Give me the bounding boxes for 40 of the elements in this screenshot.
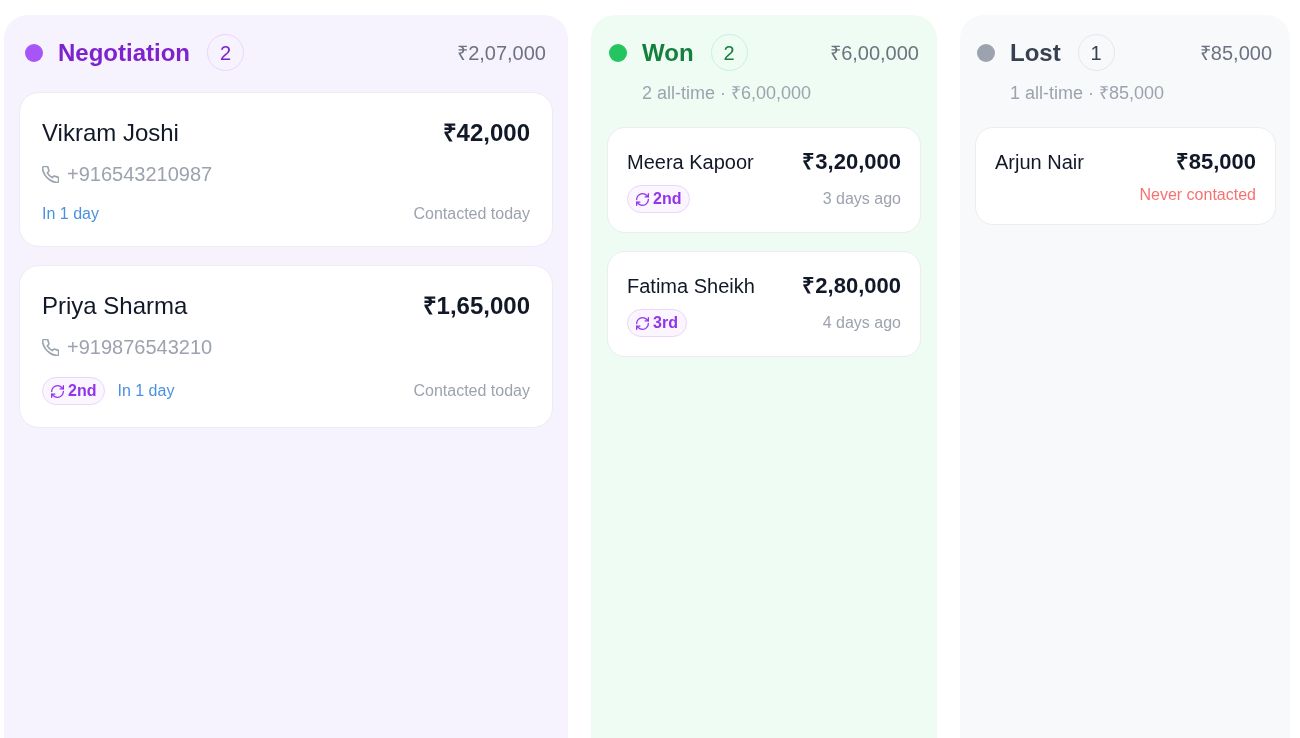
all-time-summary: 1 all-time · ₹85,000 <box>1010 82 1165 105</box>
deal-card[interactable]: Meera Kapoor ₹3,20,000 2nd 3 days ago <box>607 127 921 233</box>
deal-card[interactable]: Arjun Nair ₹85,000 Never contacted <box>975 127 1276 225</box>
refresh-icon <box>636 192 649 206</box>
refresh-icon <box>636 316 649 330</box>
deal-card[interactable]: Vikram Joshi ₹42,000 +916543210987 In 1 day Contacted today <box>19 92 553 247</box>
deal-amount: ₹2,80,000 <box>802 273 901 299</box>
round-label: 2nd <box>653 189 682 209</box>
deal-card[interactable]: Fatima Sheikh ₹2,80,000 3rd 4 days ago <box>607 251 921 357</box>
column-total: ₹85,000 <box>1199 40 1272 66</box>
last-contacted: Contacted today <box>413 204 530 224</box>
column-title: Negotiation <box>58 37 190 68</box>
contact-name: Meera Kapoor <box>627 150 754 175</box>
deal-card[interactable]: Priya Sharma ₹1,65,000 +919876543210 2nd In 1 day Contacted today <box>19 265 553 428</box>
column-total: ₹2,07,000 <box>457 40 546 66</box>
last-contacted: Never contacted <box>1139 185 1256 205</box>
deal-amount: ₹42,000 <box>442 118 530 148</box>
all-time-summary: 2 all-time · ₹6,00,000 <box>642 82 812 105</box>
follow-up-due: In 1 day <box>117 381 175 401</box>
round-label: 3rd <box>653 313 678 333</box>
deal-amount: ₹1,65,000 <box>422 291 530 321</box>
contact-name: Priya Sharma <box>42 291 188 321</box>
refresh-icon <box>51 384 64 398</box>
phone-number: +916543210987 <box>67 162 213 187</box>
last-contacted: 3 days ago <box>822 189 901 209</box>
follow-up-due: In 1 day <box>42 204 99 224</box>
phone-icon <box>42 338 59 356</box>
contact-name: Fatima Sheikh <box>627 274 755 299</box>
contact-name: Vikram Joshi <box>42 118 179 148</box>
deal-amount: ₹85,000 <box>1175 149 1256 175</box>
phone-icon <box>42 165 59 183</box>
last-contacted: Contacted today <box>413 381 530 401</box>
phone-number: +919876543210 <box>67 335 213 360</box>
column-title: Won <box>642 37 694 68</box>
contact-name: Arjun Nair <box>995 150 1084 175</box>
round-label: 2nd <box>68 381 97 401</box>
column-title: Lost <box>1010 37 1061 68</box>
column-total: ₹6,00,000 <box>830 40 919 66</box>
deal-amount: ₹3,20,000 <box>802 149 901 175</box>
last-contacted: 4 days ago <box>822 313 901 333</box>
